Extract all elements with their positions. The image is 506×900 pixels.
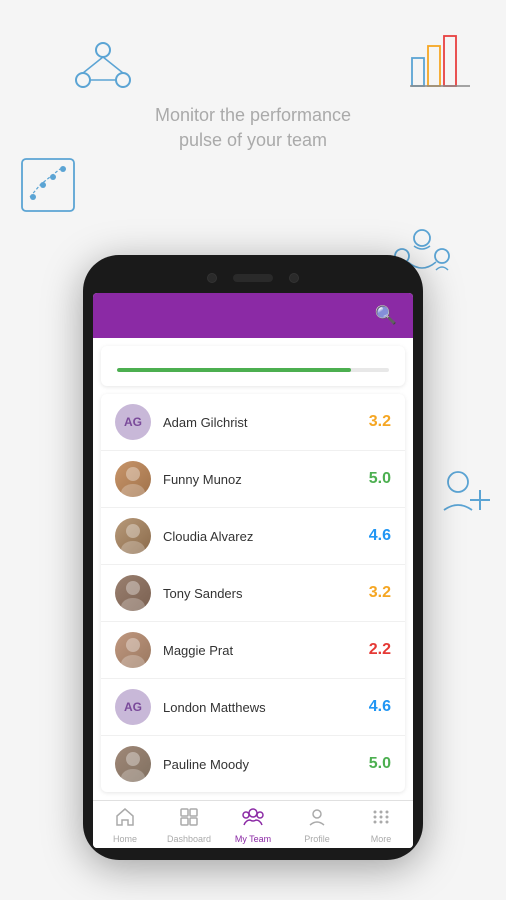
phone-camera-2 [289,273,299,283]
score-bar-background [117,368,389,372]
member-score: 2.2 [369,641,391,659]
deco-scatter-icon [18,155,78,215]
team-list: AG Adam Gilchrist 3.2 Funny Munoz 5.0 Cl… [101,394,405,792]
nav-item-dashboard[interactable]: Dashboard [157,807,221,844]
phone-camera [207,273,217,283]
nav-label-dashboard: Dashboard [167,834,211,844]
avatar [115,461,151,497]
home-icon [115,807,135,832]
avatar: AG [115,404,151,440]
profile-icon [307,807,327,832]
nav-item-home[interactable]: Home [93,807,157,844]
member-name: Maggie Prat [163,643,369,658]
avatar: AG [115,689,151,725]
deco-add-user-icon [436,460,496,520]
nav-item-profile[interactable]: Profile [285,807,349,844]
member-score: 5.0 [369,470,391,488]
score-card [101,346,405,386]
nav-item-more[interactable]: More [349,807,413,844]
member-name: Funny Munoz [163,472,369,487]
more-icon [371,807,391,832]
team-member-row[interactable]: Tony Sanders 3.2 [101,565,405,622]
member-name: London Matthews [163,700,369,715]
nav-item-myteam[interactable]: My Team [221,807,285,844]
nav-label-profile: Profile [304,834,330,844]
avatar [115,518,151,554]
member-score: 3.2 [369,584,391,602]
avatar [115,746,151,782]
team-member-row[interactable]: Maggie Prat 2.2 [101,622,405,679]
member-score: 5.0 [369,755,391,773]
myteam-icon [242,807,264,832]
phone-mockup: 🔍 AG Adam Gilchrist 3.2 [83,255,423,860]
member-score: 4.6 [369,527,391,545]
nav-label-home: Home [113,834,137,844]
team-member-row[interactable]: AG Adam Gilchrist 3.2 [101,394,405,451]
phone-screen: 🔍 AG Adam Gilchrist 3.2 [93,293,413,848]
team-member-row[interactable]: Pauline Moody 5.0 [101,736,405,792]
score-bar-fill [117,368,351,372]
page-subtitle: Monitor the performancepulse of your tea… [0,103,506,153]
team-member-row[interactable]: Funny Munoz 5.0 [101,451,405,508]
nav-label-myteam: My Team [235,834,271,844]
nav-label-more: More [371,834,392,844]
member-name: Cloudia Alvarez [163,529,369,544]
member-name: Adam Gilchrist [163,415,369,430]
avatar [115,575,151,611]
member-name: Tony Sanders [163,586,369,601]
member-score: 4.6 [369,698,391,716]
member-name: Pauline Moody [163,757,369,772]
team-member-row[interactable]: Cloudia Alvarez 4.6 [101,508,405,565]
member-score: 3.2 [369,413,391,431]
search-button[interactable]: 🔍 [375,305,397,326]
avatar [115,632,151,668]
dashboard-icon [179,807,199,832]
phone-speaker [233,274,273,282]
phone-body: 🔍 AG Adam Gilchrist 3.2 [83,255,423,860]
bottom-nav: Home Dashboard My Team Profile More [93,800,413,848]
phone-top-bar [93,273,413,283]
team-member-row[interactable]: AG London Matthews 4.6 [101,679,405,736]
app-header: 🔍 [93,293,413,338]
page-header: Monitor the performancepulse of your tea… [0,0,506,153]
